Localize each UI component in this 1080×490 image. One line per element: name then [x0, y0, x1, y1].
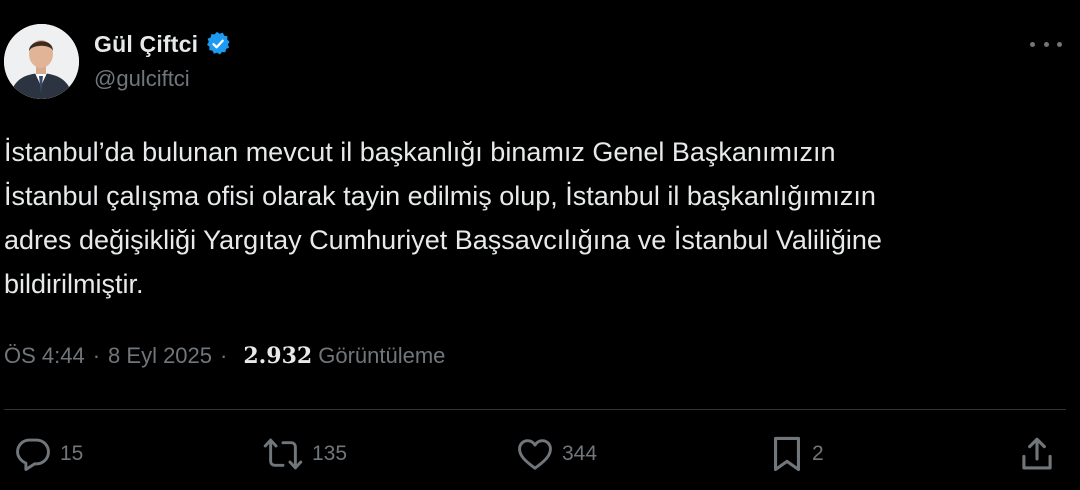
views-count: 2.932	[243, 343, 313, 369]
reply-count: 15	[60, 442, 84, 465]
meta-separator: ·	[220, 343, 228, 368]
tweet-meta: ÖS 4:44 · 8 Eyl 2025 · 2.932 Görüntüleme	[4, 340, 445, 372]
like-count: 344	[562, 442, 598, 465]
dot	[1057, 41, 1062, 47]
views-label: Görüntüleme	[318, 343, 446, 368]
verified-badge-icon[interactable]	[204, 30, 232, 58]
bookmark-icon	[773, 436, 801, 472]
more-options-icon[interactable]	[1030, 30, 1062, 58]
avatar[interactable]	[4, 24, 79, 99]
reply-button[interactable]: 15	[14, 432, 83, 476]
dot	[1043, 41, 1049, 47]
tweet-text: İstanbul’da bulunan mevcut il başkanlığı…	[4, 137, 882, 299]
repost-button[interactable]: 135	[262, 432, 347, 476]
tweet-date[interactable]: 8 Eyl 2025	[108, 343, 212, 369]
like-button[interactable]: 344	[516, 432, 597, 476]
bookmark-count: 2	[812, 442, 824, 465]
author-display-name[interactable]: Gül Çiftci	[94, 31, 198, 58]
meta-separator: ·	[92, 343, 101, 368]
share-button[interactable]	[1018, 432, 1056, 476]
reply-icon	[16, 438, 50, 471]
bookmark-button[interactable]: 2	[770, 432, 824, 476]
repost-count: 135	[312, 442, 348, 465]
divider	[4, 409, 1066, 410]
action-bar: 15 135 344 2	[0, 432, 1080, 476]
share-icon	[1022, 437, 1052, 470]
dot	[1030, 41, 1035, 47]
repost-icon	[263, 438, 303, 470]
author-handle[interactable]: @gulciftci	[94, 66, 190, 92]
author-name-row: Gül Çiftci	[94, 26, 232, 62]
heart-icon	[518, 439, 552, 470]
tweet-time[interactable]: ÖS 4:44	[4, 343, 85, 369]
